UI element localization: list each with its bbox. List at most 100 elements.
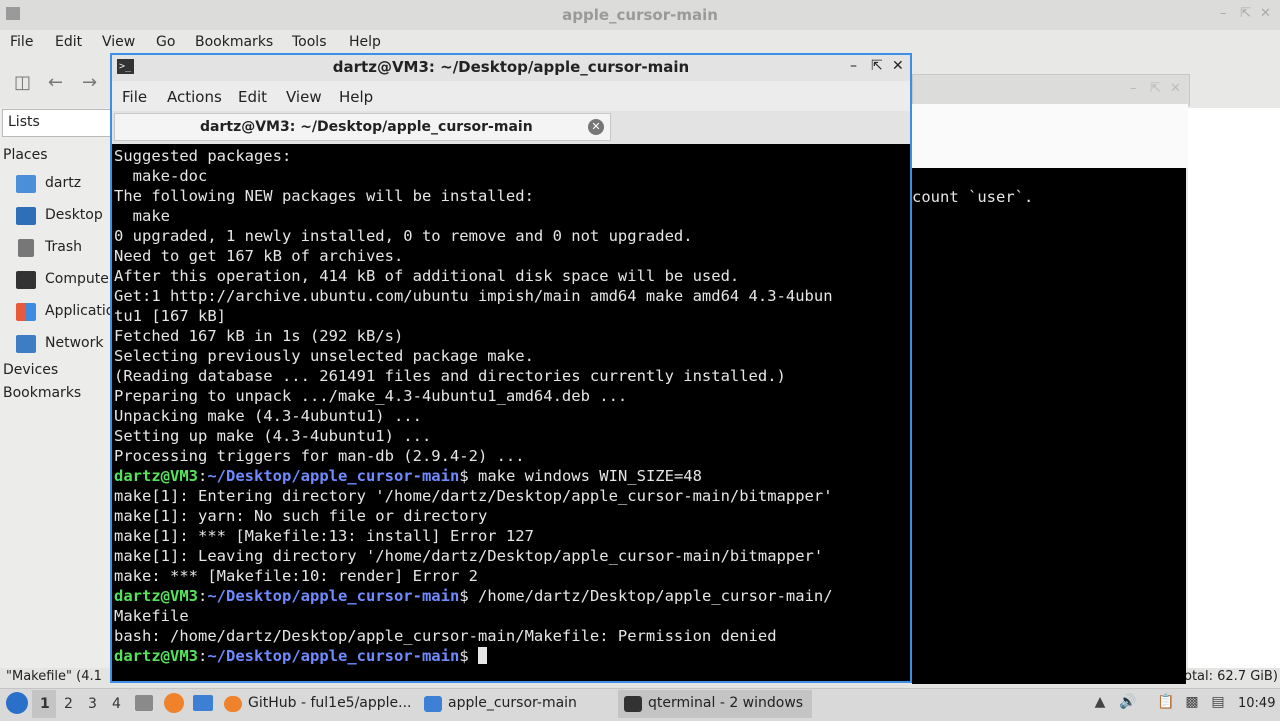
fm-menu-edit[interactable]: Edit xyxy=(55,34,82,50)
terminal-minimize-icon[interactable]: – xyxy=(850,58,857,74)
fm-menu-tools[interactable]: Tools xyxy=(292,34,327,50)
bookmarks-heading[interactable]: Bookmarks xyxy=(3,385,81,401)
second-terminal-output: count `user`. xyxy=(912,188,1034,206)
workspace-1[interactable]: 1 xyxy=(40,696,50,712)
terminal-title: dartz@VM3: ~/Desktop/apple_cursor-main xyxy=(332,58,690,76)
terminal-line: bash: /home/dartz/Desktop/apple_cursor-m… xyxy=(114,626,910,646)
fm-menu-help[interactable]: Help xyxy=(349,34,381,50)
term-menu-edit[interactable]: Edit xyxy=(238,88,267,106)
window-menu-icon[interactable] xyxy=(6,7,20,20)
fm-menu-bookmarks[interactable]: Bookmarks xyxy=(195,34,273,50)
maximize-icon[interactable]: ⇱ xyxy=(1240,6,1251,21)
tab-close-icon[interactable]: ✕ xyxy=(588,119,604,135)
workspace-4[interactable]: 4 xyxy=(112,696,121,712)
fm-menu-go[interactable]: Go xyxy=(156,34,175,50)
network-icon xyxy=(16,335,36,353)
line-text: make: *** [Makefile:10: render] Error 2 xyxy=(114,567,478,585)
prompt-dollar: $ xyxy=(459,587,469,605)
line-text: make[1]: Leaving directory '/home/dartz/… xyxy=(114,547,824,565)
terminal-line: Processing triggers for man-db (2.9.4-2)… xyxy=(114,446,910,466)
network-status-icon[interactable]: ▩ xyxy=(1182,694,1202,714)
tray-arrow-icon[interactable]: ▲ xyxy=(1090,694,1110,714)
status-free-space: otal: 62.7 GiB) xyxy=(1184,669,1278,684)
trash-icon xyxy=(18,239,34,257)
desktop-icon xyxy=(16,207,36,225)
line-text: /home/dartz/Desktop/apple_cursor-main/ xyxy=(468,587,833,605)
line-text: make[1]: Entering directory '/home/dartz… xyxy=(114,487,833,505)
side-pane-mode-select[interactable]: Lists xyxy=(2,109,112,137)
prompt-separator: : xyxy=(198,647,208,665)
side-pane-mode-label: Lists xyxy=(8,114,40,130)
terminal-line: make[1]: yarn: No such file or directory xyxy=(114,506,910,526)
line-text: Get:1 http://archive.ubuntu.com/ubuntu i… xyxy=(114,287,833,305)
term-menu-file[interactable]: File xyxy=(122,88,147,106)
line-text: make[1]: *** [Makefile:13: install] Erro… xyxy=(114,527,534,545)
terminal-line: Unpacking make (4.3-4ubuntu1) ... xyxy=(114,406,910,426)
prompt-dollar: $ xyxy=(459,467,469,485)
terminal-line: Setting up make (4.3-4ubuntu1) ... xyxy=(114,426,910,446)
prompt-user: dartz@VM3 xyxy=(114,647,198,665)
line-text: After this operation, 414 kB of addition… xyxy=(114,267,740,285)
prompt-path: ~/Desktop/apple_cursor-main xyxy=(207,467,460,485)
terminal-prompt-line: dartz@VM3:~/Desktop/apple_cursor-main$ xyxy=(114,646,910,666)
workspace-3[interactable]: 3 xyxy=(88,696,97,712)
status-selection: "Makefile" (4.1 xyxy=(6,669,102,684)
terminal-line: Preparing to unpack .../make_4.3-4ubuntu… xyxy=(114,386,910,406)
prompt-separator: : xyxy=(198,467,208,485)
computer-icon xyxy=(16,271,36,289)
clipboard-icon[interactable]: 📋 xyxy=(1156,694,1176,714)
line-text: make xyxy=(114,207,170,225)
second-terminal-body[interactable] xyxy=(912,168,1186,684)
applications-icon xyxy=(16,303,36,321)
terminal-line: Selecting previously unselected package … xyxy=(114,346,910,366)
line-text: tu1 [167 kB] xyxy=(114,307,226,325)
terminal-close-icon[interactable]: ✕ xyxy=(892,58,904,74)
file-manager-launcher-icon[interactable] xyxy=(193,695,213,711)
terminal-tab-label: dartz@VM3: ~/Desktop/apple_cursor-main xyxy=(200,119,533,135)
task-apple-cursor-main[interactable]: apple_cursor-main xyxy=(418,690,614,718)
volume-icon[interactable]: 🔊 xyxy=(1118,694,1138,714)
task-qterminal[interactable]: qterminal - 2 windows xyxy=(618,690,812,718)
workspace-2[interactable]: 2 xyxy=(64,696,73,712)
term-menu-view[interactable]: View xyxy=(286,88,322,106)
forward-arrow-icon[interactable]: → xyxy=(82,72,97,93)
firefox-task-icon xyxy=(224,696,242,712)
prompt-path: ~/Desktop/apple_cursor-main xyxy=(207,647,460,665)
firefox-icon[interactable] xyxy=(164,693,184,713)
clock[interactable]: 10:49 xyxy=(1238,696,1275,711)
file-list-area[interactable] xyxy=(1188,108,1280,668)
second-terminal-titlebar[interactable] xyxy=(912,74,1190,106)
terminal-line: 0 upgraded, 1 newly installed, 0 to remo… xyxy=(114,226,910,246)
minimize-icon[interactable]: – xyxy=(1220,6,1227,21)
second-terminal-close-icon[interactable]: ✕ xyxy=(1170,81,1181,96)
terminal-line: tu1 [167 kB] xyxy=(114,306,910,326)
fm-menu-view[interactable]: View xyxy=(102,34,135,50)
text-cursor xyxy=(478,647,487,664)
terminal-line: After this operation, 414 kB of addition… xyxy=(114,266,910,286)
file-manager-title: apple_cursor-main xyxy=(562,6,718,24)
line-text: Setting up make (4.3-4ubuntu1) ... xyxy=(114,427,432,445)
show-desktop-icon[interactable] xyxy=(135,695,153,711)
line-text: Makefile xyxy=(114,607,189,625)
second-terminal-minimize-icon[interactable]: – xyxy=(1130,81,1137,96)
fm-menu-file[interactable]: File xyxy=(10,34,33,50)
prompt-user: dartz@VM3 xyxy=(114,587,198,605)
back-arrow-icon[interactable]: ← xyxy=(48,72,63,93)
new-tab-icon[interactable]: ◫ xyxy=(14,72,31,93)
close-icon[interactable]: ✕ xyxy=(1260,6,1271,21)
folder-task-icon xyxy=(424,696,442,712)
term-menu-actions[interactable]: Actions xyxy=(167,88,222,106)
devices-heading[interactable]: Devices xyxy=(3,362,58,378)
start-menu-icon[interactable] xyxy=(6,692,28,714)
second-terminal-tabbar xyxy=(912,104,1188,168)
terminal-prompt-line: dartz@VM3:~/Desktop/apple_cursor-main$ m… xyxy=(114,466,910,486)
second-terminal-maximize-icon[interactable]: ⇱ xyxy=(1150,81,1161,96)
line-text: Selecting previously unselected package … xyxy=(114,347,534,365)
places-heading: Places xyxy=(3,147,48,163)
term-menu-help[interactable]: Help xyxy=(339,88,373,106)
task-github[interactable]: GitHub - ful1e5/apple... xyxy=(218,690,414,718)
terminal-maximize-icon[interactable]: ⇱ xyxy=(871,58,883,74)
battery-icon[interactable]: ▤ xyxy=(1208,694,1228,714)
terminal-line: Suggested packages: xyxy=(114,146,910,166)
terminal-output[interactable]: Suggested packages: make-doc The followin… xyxy=(114,146,910,680)
